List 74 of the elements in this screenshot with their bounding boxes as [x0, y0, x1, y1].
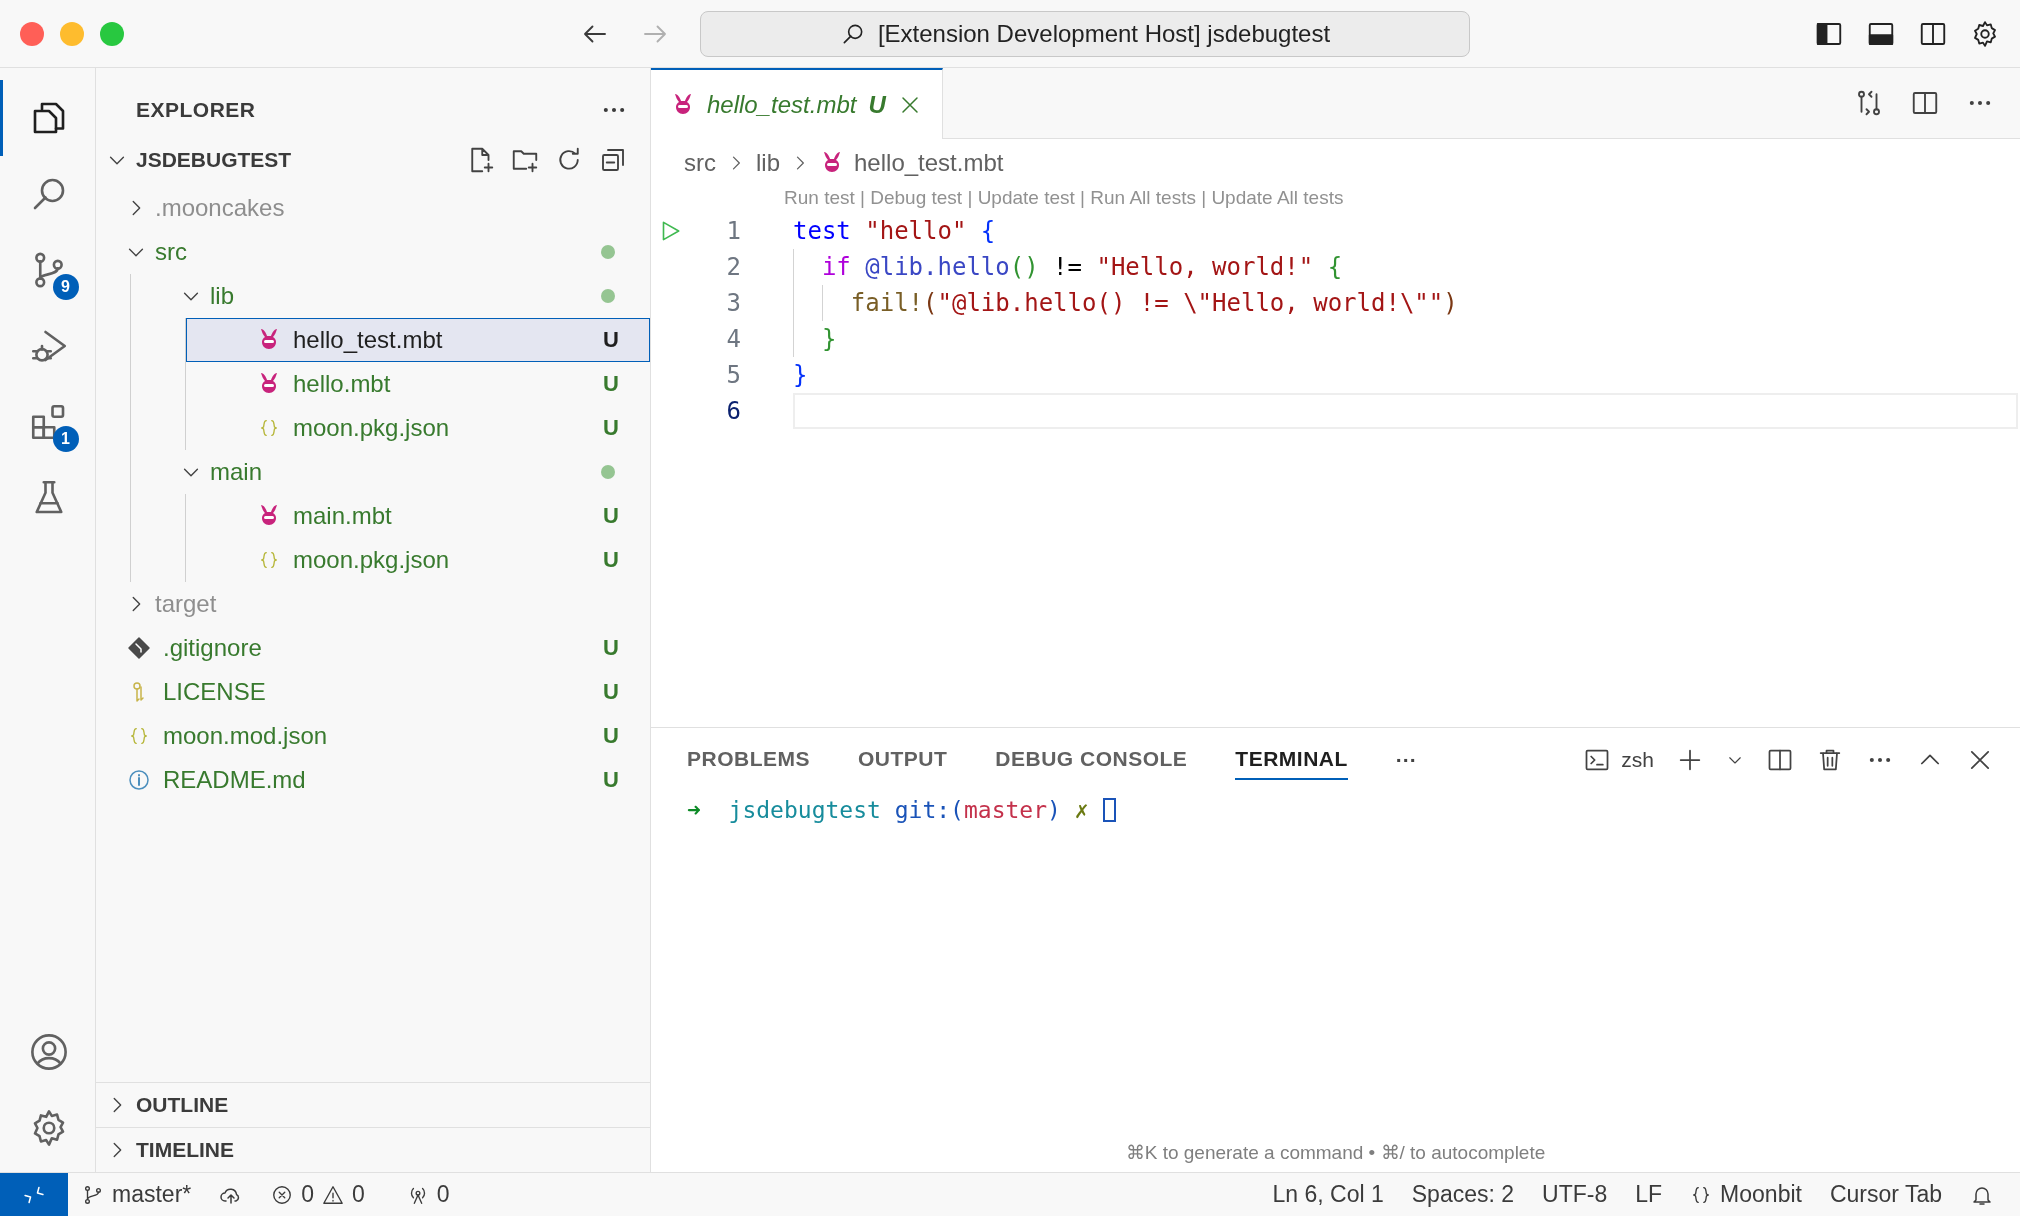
section-header[interactable]: TIMELINE [136, 1138, 234, 1162]
git-status-letter: U [603, 679, 619, 705]
terminal-prompt: ➜ jsdebugtest git:(master) ✗ [687, 797, 1089, 823]
panel-tab[interactable]: TERMINAL [1235, 740, 1348, 780]
file-name[interactable]: main.mbt [293, 502, 392, 530]
code-line: test "hello" { [793, 216, 996, 247]
json-braces-icon [258, 549, 280, 571]
language-mode[interactable]: Moonbit [1720, 1181, 1802, 1208]
code-line: if @lib.hello() != "Hello, world!" { [793, 249, 1343, 285]
breadcrumb[interactable]: lib [756, 149, 780, 177]
code-line: } [793, 321, 837, 357]
git-status-letter: U [603, 635, 619, 661]
git-status-letter: U [603, 503, 619, 529]
file-name[interactable]: hello.mbt [293, 370, 391, 398]
file-name[interactable]: moon.pkg.json [293, 546, 450, 574]
command-center[interactable]: [Extension Development Host] jsdebugtest [700, 10, 1470, 57]
info-icon [127, 768, 151, 792]
codelens-actions[interactable]: Run test | Debug test | Update test | Run All tests | Update All tests [784, 187, 1344, 209]
json-braces-icon [258, 417, 280, 439]
file-name[interactable]: LICENSE [163, 678, 266, 706]
close-window-button[interactable] [20, 21, 44, 46]
status-item[interactable]: LF [1621, 1173, 1677, 1216]
line-number: 4 [725, 325, 741, 353]
panel-tab[interactable]: PROBLEMS [687, 740, 810, 780]
code-line: } [793, 360, 808, 391]
file-name[interactable]: moon.pkg.json [293, 414, 450, 442]
panel-tab[interactable]: DEBUG CONSOLE [995, 740, 1188, 780]
branch-name[interactable]: master* [112, 1181, 192, 1208]
folder-name[interactable]: lib [210, 282, 234, 310]
terminal-hint: ⌘K to generate a command • ⌘/ to autocomplete [1125, 1142, 1546, 1163]
json-braces-icon [128, 725, 150, 747]
line-number: 3 [725, 289, 741, 317]
breadcrumb[interactable]: src [684, 149, 716, 177]
remote-button[interactable] [0, 1172, 68, 1216]
status-item[interactable]: UTF-8 [1528, 1173, 1622, 1216]
git-status-letter: U [603, 415, 619, 441]
warning-icon [322, 1183, 345, 1206]
file-name[interactable]: README.md [163, 766, 306, 794]
error-icon [271, 1183, 294, 1206]
git-status-letter: U [603, 767, 619, 793]
terminal-cursor [1102, 798, 1116, 822]
ports-count[interactable]: 0 [436, 1181, 450, 1208]
git-status-letter: U [603, 723, 619, 749]
line-number: 1 [725, 217, 741, 245]
file-name[interactable]: .gitignore [163, 634, 262, 662]
account-icon[interactable] [28, 1031, 70, 1073]
folder-name[interactable]: src [155, 238, 187, 266]
file-name[interactable]: moon.mod.json [163, 722, 328, 750]
panel-tab[interactable]: OUTPUT [858, 740, 948, 780]
sidebar-title: EXPLORER [136, 98, 256, 122]
branch-icon [82, 1183, 104, 1206]
workspace-folder[interactable]: JSDEBUGTEST [136, 148, 292, 172]
line-number: 5 [725, 361, 741, 389]
git-status-letter: U [603, 327, 619, 353]
count-badge: 9 [52, 274, 79, 300]
section-header[interactable]: OUTLINE [136, 1093, 229, 1117]
status-item[interactable]: Spaces: 2 [1397, 1173, 1529, 1216]
status-item[interactable]: Cursor Tab [1815, 1173, 1956, 1216]
count-badge: 1 [52, 426, 79, 452]
line-number: 6 [725, 397, 741, 425]
code-line: fail!("@lib.hello() != \"Hello, world!\"") [793, 285, 1458, 321]
git-diamond-icon [127, 636, 151, 660]
status-item[interactable]: Ln 6, Col 1 [1258, 1173, 1398, 1216]
line-number: 2 [725, 253, 741, 281]
error-count[interactable]: 0 [301, 1181, 315, 1208]
more-tabs[interactable]: ··· [1395, 748, 1417, 772]
shell-name[interactable]: zsh [1621, 748, 1654, 772]
file-name[interactable]: hello_test.mbt [293, 326, 443, 354]
git-status-letter: U [603, 547, 619, 573]
folder-name[interactable]: main [210, 458, 263, 486]
warning-count[interactable]: 0 [352, 1181, 365, 1208]
breadcrumb[interactable]: hello_test.mbt [854, 149, 1004, 177]
editor-tab[interactable]: hello_test.mbt U [651, 68, 943, 139]
git-status-letter: U [603, 371, 619, 397]
